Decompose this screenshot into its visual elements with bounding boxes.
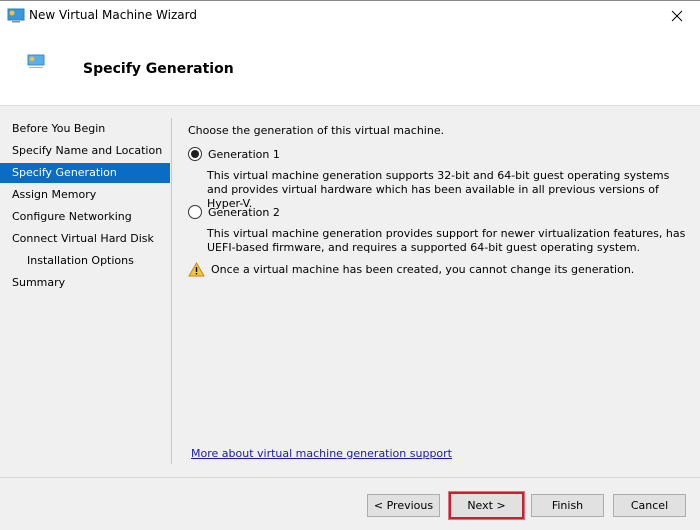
wizard-steps-nav: Before You Begin Specify Name and Locati… [0, 118, 171, 458]
virtual-machine-icon [27, 54, 45, 70]
footer-divider [0, 477, 700, 478]
warning-icon [188, 262, 205, 277]
sidebar-item-before-you-begin[interactable]: Before You Begin [0, 119, 170, 139]
close-button[interactable] [654, 1, 700, 31]
sidebar-item-installation-options[interactable]: Installation Options [0, 251, 170, 271]
warning-message: Once a virtual machine has been created,… [188, 262, 634, 277]
generation-1-radio[interactable] [188, 147, 202, 161]
next-button[interactable]: Next > [448, 491, 525, 520]
wizard-window: New Virtual Machine Wizard Specify Gener… [0, 0, 700, 530]
page-title: Specify Generation [83, 61, 234, 77]
sidebar-item-assign-memory[interactable]: Assign Memory [0, 185, 170, 205]
content-panel: Choose the generation of this virtual ma… [188, 118, 688, 458]
generation-1-label[interactable]: Generation 1 [208, 148, 280, 161]
close-icon [671, 10, 683, 22]
generation-1-radio-option[interactable]: Generation 1 [188, 147, 280, 161]
generation-2-radio-option[interactable]: Generation 2 [188, 205, 280, 219]
window-title: New Virtual Machine Wizard [29, 8, 197, 22]
generation-2-label[interactable]: Generation 2 [208, 206, 280, 219]
radio-selected-dot [191, 150, 199, 158]
generation-2-description: This virtual machine generation provides… [207, 227, 686, 254]
sidebar-item-summary[interactable]: Summary [0, 273, 170, 293]
title-bar: New Virtual Machine Wizard [0, 1, 700, 32]
sidebar-item-specify-generation[interactable]: Specify Generation [0, 163, 170, 183]
previous-button[interactable]: < Previous [367, 494, 440, 517]
more-about-generation-link[interactable]: More about virtual machine generation su… [191, 447, 452, 460]
sidebar-item-specify-name-and-location[interactable]: Specify Name and Location [0, 141, 170, 161]
sidebar-item-connect-virtual-hard-disk[interactable]: Connect Virtual Hard Disk [0, 229, 170, 249]
generation-2-radio[interactable] [188, 205, 202, 219]
wizard-header: Specify Generation [0, 32, 700, 106]
warning-text: Once a virtual machine has been created,… [211, 263, 635, 276]
prompt-text: Choose the generation of this virtual ma… [188, 124, 445, 137]
sidebar-item-configure-networking[interactable]: Configure Networking [0, 207, 170, 227]
virtual-machine-icon [7, 8, 25, 24]
sidebar-divider [171, 118, 172, 464]
finish-button[interactable]: Finish [531, 494, 604, 517]
cancel-button[interactable]: Cancel [613, 494, 686, 517]
